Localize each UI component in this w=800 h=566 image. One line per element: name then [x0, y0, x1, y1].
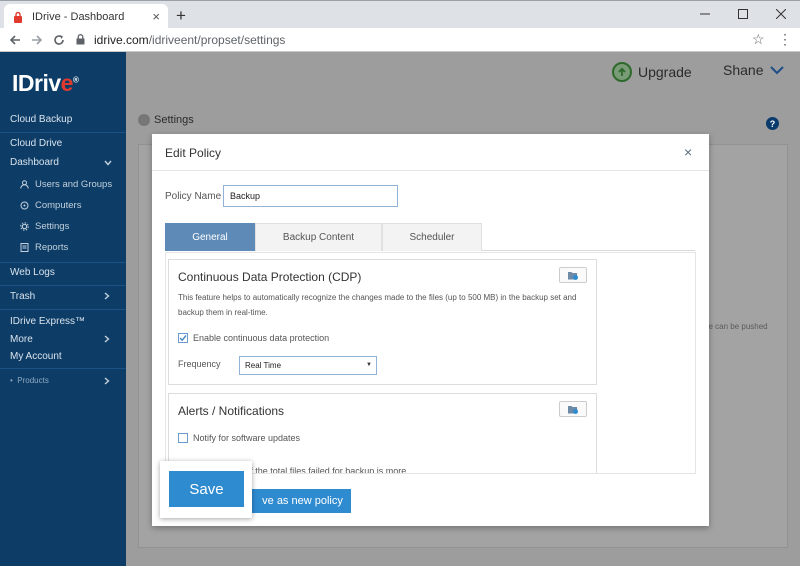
sidebar-divider	[0, 309, 126, 310]
policy-name-input[interactable]	[223, 185, 398, 207]
minimize-icon[interactable]	[686, 1, 724, 27]
idrive-logo[interactable]: IDrive®	[12, 70, 79, 97]
general-tab-content: Continuous Data Protection (CDP) This fe…	[165, 252, 696, 474]
sidebar-item-cloud-drive[interactable]: Cloud Drive	[10, 138, 62, 149]
cdp-section: Continuous Data Protection (CDP) This fe…	[168, 259, 597, 385]
sidebar-item-products[interactable]: • Products	[10, 376, 49, 385]
browser-tabbar: IDrive - Dashboard × +	[0, 0, 800, 29]
frequency-label: Frequency	[178, 359, 221, 369]
cdp-description: This feature helps to automatically reco…	[178, 293, 577, 317]
background-partial-text: ne can be pushed	[704, 322, 768, 331]
forward-arrow-icon[interactable]	[28, 31, 46, 49]
sidebar-divider	[0, 368, 126, 369]
chevron-right-icon[interactable]	[104, 292, 110, 302]
sidebar-item-cloud-backup[interactable]: Cloud Backup	[10, 114, 72, 125]
save-button[interactable]: Save	[169, 471, 244, 507]
browser-toolbar: idrive.com/idriveent/propset/settings ☆ …	[0, 28, 800, 52]
sidebar-divider	[0, 262, 126, 263]
lock-icon[interactable]	[76, 34, 85, 48]
failure-alert-text: ure' if the total files failed for backu…	[231, 466, 407, 474]
tab-general[interactable]: General	[165, 223, 255, 251]
url-path: /idriveent/propset/settings	[148, 33, 286, 47]
help-icon[interactable]: ?	[766, 117, 779, 130]
checkbox-unchecked-icon	[178, 433, 188, 443]
enable-cdp-checkbox[interactable]: Enable continuous data protection	[178, 333, 329, 343]
chevron-right-icon[interactable]	[104, 377, 110, 387]
frequency-select[interactable]: Real Time ▼	[239, 356, 377, 375]
alerts-title: Alerts / Notifications	[178, 404, 285, 418]
modal-header: Edit Policy ×	[152, 134, 709, 171]
folder-settings-icon	[568, 271, 578, 280]
window-controls	[686, 1, 800, 27]
sidebar-divider	[0, 132, 126, 133]
policy-name-label: Policy Name	[165, 191, 222, 202]
save-as-new-policy-button[interactable]: ve as new policy	[242, 489, 351, 513]
sidebar-divider	[0, 285, 126, 286]
bookmark-star-icon[interactable]: ☆	[752, 31, 765, 48]
computer-icon	[20, 201, 29, 210]
user-icon	[20, 180, 29, 189]
sidebar-item-dashboard[interactable]: Dashboard	[10, 157, 59, 168]
restore-defaults-button[interactable]	[559, 267, 587, 283]
tab-backup-content[interactable]: Backup Content	[255, 223, 382, 251]
close-icon[interactable]: ×	[684, 145, 692, 159]
browser-menu-icon[interactable]: ⋮	[778, 32, 792, 46]
chevron-down-icon[interactable]	[104, 158, 112, 168]
breadcrumb: Settings	[138, 114, 194, 126]
cdp-title: Continuous Data Protection (CDP)	[178, 270, 362, 284]
folder-settings-icon	[568, 405, 578, 414]
maximize-icon[interactable]	[724, 1, 762, 27]
modal-title: Edit Policy	[165, 146, 222, 160]
window-close-icon[interactable]	[762, 1, 800, 27]
sidebar-item-more[interactable]: More	[10, 334, 33, 345]
dropdown-arrow-icon: ▼	[366, 362, 372, 368]
idrive-favicon-icon	[12, 11, 24, 23]
tab-close-icon[interactable]: ×	[152, 10, 160, 23]
sidebar-item-trash[interactable]: Trash	[10, 291, 35, 302]
top-header: Upgrade Shane	[126, 52, 800, 92]
home-icon[interactable]	[138, 114, 150, 126]
checkbox-checked-icon	[178, 333, 188, 343]
sidebar-item-web-logs[interactable]: Web Logs	[10, 267, 55, 278]
arrow-up-icon	[612, 62, 632, 82]
upgrade-button[interactable]: Upgrade	[612, 62, 692, 82]
user-menu[interactable]: Shane	[723, 62, 785, 78]
sidebar-item-idrive-express[interactable]: IDrive Express™	[10, 316, 85, 327]
chevron-down-icon	[770, 65, 785, 74]
chevron-right-icon[interactable]	[104, 335, 110, 345]
back-arrow-icon[interactable]	[6, 31, 24, 49]
new-tab-icon[interactable]: +	[176, 7, 186, 24]
gear-icon	[20, 222, 29, 231]
sidebar: IDrive® Cloud Backup Cloud Drive Dashboa…	[0, 52, 126, 566]
sidebar-subitem-users-and-groups[interactable]: Users and Groups	[20, 179, 112, 190]
reload-icon[interactable]	[50, 31, 68, 49]
restore-defaults-button[interactable]	[559, 401, 587, 417]
sidebar-subitem-settings[interactable]: Settings	[20, 221, 69, 232]
report-icon	[20, 243, 29, 252]
breadcrumb-settings: Settings	[154, 114, 194, 126]
policy-tabs: General Backup Content Scheduler	[165, 223, 695, 251]
address-bar[interactable]: idrive.com/idriveent/propset/settings	[94, 33, 285, 47]
tab-title: IDrive - Dashboard	[32, 10, 125, 23]
sidebar-subitem-reports[interactable]: Reports	[20, 242, 68, 253]
sidebar-subitem-computers[interactable]: Computers	[20, 200, 81, 211]
tab-scheduler[interactable]: Scheduler	[382, 223, 482, 251]
sidebar-item-my-account[interactable]: My Account	[10, 351, 62, 362]
url-host: idrive.com	[94, 33, 149, 47]
browser-tab[interactable]: IDrive - Dashboard ×	[4, 4, 168, 29]
notify-updates-checkbox[interactable]: Notify for software updates	[178, 433, 300, 443]
